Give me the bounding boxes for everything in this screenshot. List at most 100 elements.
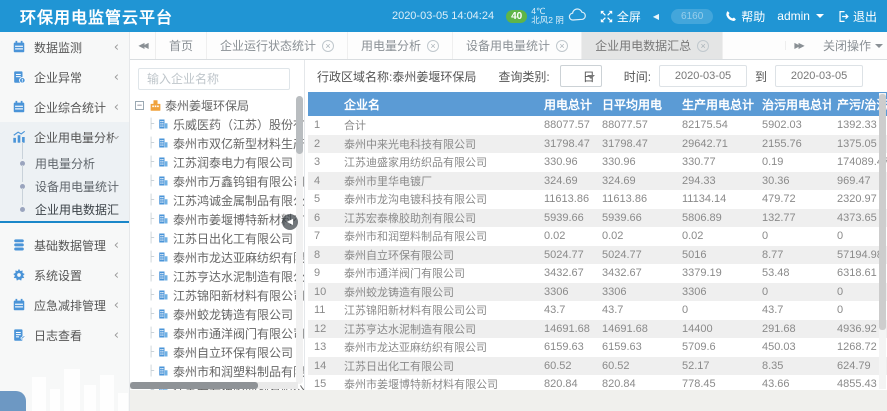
tab-close-icon[interactable]: × (322, 40, 334, 52)
tabs-scroll-left-icon[interactable]: ◀◀ (130, 32, 156, 59)
tree-node[interactable]: 泰州姜堰环保局 (135, 96, 304, 115)
sidebar-item[interactable]: 企业用电数据汇总 (0, 198, 129, 221)
sidebar-item[interactable]: 企业用电量分析 (0, 122, 129, 152)
sidebar-item-icon (12, 328, 27, 343)
tab-close-icon[interactable]: × (556, 40, 568, 52)
table-row[interactable]: 8 泰州自立环保有限公司 5024.77 5024.77 5016 8.77 5… (308, 246, 887, 265)
user-menu[interactable]: admin (777, 9, 824, 23)
col-production-power: 生产用电总计 (676, 96, 756, 113)
company-name-cell: 泰州中来光电科技有限公司 (338, 136, 538, 152)
tab[interactable]: 企业用电数据汇总 × (582, 32, 723, 59)
tabs-scroll-right-icon[interactable]: ▶▶ (785, 41, 811, 50)
close-operations-menu[interactable]: 关闭操作 (811, 37, 887, 54)
daily-avg-cell: 3306 (596, 286, 676, 298)
total-power-cell: 43.7 (538, 304, 596, 316)
sidebar-item[interactable]: 基础数据管理 (0, 230, 129, 260)
tree-node[interactable]: 江苏鸿诚金属制品有限公司 (135, 191, 304, 210)
sidebar-item[interactable]: 企业综合统计 (0, 92, 129, 122)
chevron-icon (114, 238, 119, 253)
table-row[interactable]: 11 江苏锦阳新材料有限公司公司 43.7 43.7 0 43.7 0 (308, 301, 887, 320)
table-row[interactable]: 2 泰州中来光电科技有限公司 31798.47 31798.47 29642.7… (308, 135, 887, 154)
tree-node[interactable]: 泰州蛟龙铸造有限公司 (135, 305, 304, 324)
building-icon (157, 327, 170, 340)
table-row[interactable]: 10 泰州蛟龙铸造有限公司 3306 3306 3306 0 0 (308, 283, 887, 302)
table-row[interactable]: 13 泰州市龙达亚麻纺织有限公司 6159.63 6159.63 5709.6 … (308, 338, 887, 357)
tree-node[interactable]: 泰州市双亿新型材料生产有限公司 (135, 134, 304, 153)
sidebar-item[interactable]: 系统设置 (0, 260, 129, 290)
col-company: 企业名 (338, 96, 538, 113)
tab[interactable]: 企业运行状态统计 × (207, 32, 348, 59)
query-type-select[interactable]: 日 (560, 65, 602, 87)
tree-node[interactable]: 泰州自立环保有限公司 (135, 343, 304, 362)
tree-vertical-scrollbar[interactable] (296, 96, 303, 384)
company-tree: 泰州姜堰环保局 乐威医药（江苏）股份有限公司 泰州市双亿新型材料生产有限公司 (130, 96, 304, 390)
sidebar-item[interactable]: 日志查看 (0, 320, 129, 350)
datetime: 2020-03-05 14:04:24 (392, 10, 494, 22)
row-index: 8 (308, 249, 338, 261)
building-icon (157, 118, 170, 131)
tab[interactable]: 用电量分析 × (348, 32, 453, 59)
panel-collapse-button[interactable]: ◀ (282, 214, 298, 230)
tree-node[interactable]: 泰州市龙达亚麻纺织有限公司 (135, 248, 304, 267)
time-label: 时间: (624, 68, 651, 85)
tree-node[interactable]: 江苏日出化工有限公司 (135, 229, 304, 248)
table-row[interactable]: 3 江苏迪盛家用纺织品有限公司 330.96 330.96 330.77 0.1… (308, 153, 887, 172)
treatment-power-cell: 0 (756, 286, 831, 298)
tab[interactable]: 设备用电量统计 × (453, 32, 582, 59)
total-power-cell: 5939.66 (538, 212, 596, 224)
table-row[interactable]: 14 江苏日出化工有限公司 60.52 60.52 52.17 8.35 624… (308, 357, 887, 376)
treatment-power-cell: 0.19 (756, 156, 831, 168)
table-row[interactable]: 15 泰州市姜堰博特新材料有限公司 820.84 820.84 778.45 4… (308, 375, 887, 390)
tree-node[interactable]: 江苏锦阳新材料有限公司公司 (135, 286, 304, 305)
table-row[interactable]: 1 合计 88077.57 88077.57 82175.54 5902.03 … (308, 116, 887, 135)
sound-mute-icon[interactable]: ◀ (653, 12, 659, 21)
sidebar-item[interactable]: 设备用电量统计 (0, 175, 129, 198)
col-daily-avg: 日平均用电 (596, 96, 676, 113)
tab-close-icon[interactable]: × (697, 40, 709, 52)
daily-avg-cell: 88077.57 (596, 119, 676, 131)
chevron-icon (114, 130, 119, 145)
row-index: 12 (308, 323, 338, 335)
search-input[interactable] (138, 68, 290, 90)
building-icon (157, 232, 170, 245)
tab[interactable]: 首页 (156, 32, 207, 59)
help-button[interactable]: 帮助 (725, 8, 765, 25)
table-row[interactable]: 6 江苏宏泰橡胶助剂有限公司 5939.66 5939.66 5806.89 1… (308, 209, 887, 228)
chevron-down-icon (587, 75, 595, 79)
sidebar-item-icon (12, 40, 27, 55)
daily-avg-cell: 3432.67 (596, 267, 676, 279)
city-skyline-watermark (0, 351, 130, 411)
sidebar-item[interactable]: 用电量分析 (0, 152, 129, 175)
production-power-cell: 82175.54 (676, 119, 756, 131)
table-vertical-scrollbar[interactable] (879, 93, 886, 389)
tab-close-icon[interactable]: × (427, 40, 439, 52)
tree-node[interactable]: 泰州市万鑫钨钼有限公司 (135, 172, 304, 191)
table-row[interactable]: 5 泰州市龙沟电镀科技有限公司 11613.86 11613.86 11134.… (308, 190, 887, 209)
date-from-input[interactable] (659, 65, 747, 87)
date-to-input[interactable] (775, 65, 863, 87)
fullscreen-button[interactable]: 全屏 (600, 8, 641, 25)
tree-node[interactable]: 泰州市和润塑料制品有限公司 (135, 362, 304, 381)
sidebar-item-label: 企业综合统计 (34, 99, 114, 116)
tree-node[interactable]: 泰州市通洋阀门有限公司 (135, 324, 304, 343)
table-row[interactable]: 12 江苏亨达水泥制造有限公司 14691.68 14691.68 14400 … (308, 320, 887, 339)
tree-node[interactable]: 江苏亨达水泥制造有限公司 (135, 267, 304, 286)
table-row[interactable]: 7 泰州市和润塑料制品有限公司 0.02 0.02 0.02 0 0 (308, 227, 887, 246)
tree-node-label: 泰州市双亿新型材料生产有限公司 (173, 135, 305, 152)
table-row[interactable]: 4 泰州市里华电镀厂 324.69 324.69 294.33 30.36 96… (308, 172, 887, 191)
tree-node-label: 江苏亨达水泥制造有限公司 (173, 268, 305, 285)
sidebar-item[interactable]: 应急减排管理 (0, 290, 129, 320)
sidebar-item[interactable]: 企业异常 (0, 62, 129, 92)
tree-node[interactable]: 乐威医药（江苏）股份有限公司 (135, 115, 304, 134)
tree-collapse-icon[interactable] (135, 101, 144, 110)
tree-horizontal-scrollbar[interactable] (130, 382, 298, 389)
tree-node[interactable]: 江苏润泰电力有限公司 (135, 153, 304, 172)
tree-connector (148, 290, 154, 301)
sidebar-item[interactable]: 数据监测 (0, 32, 129, 62)
daily-avg-cell: 14691.68 (596, 323, 676, 335)
tree-node[interactable]: 泰州市姜堰博特新材料有限公司 (135, 210, 304, 229)
daily-avg-cell: 324.69 (596, 175, 676, 187)
table-row[interactable]: 9 泰州市通洋阀门有限公司 3432.67 3432.67 3379.19 53… (308, 264, 887, 283)
chevron-down-icon (816, 14, 824, 18)
logout-button[interactable]: 退出 (836, 8, 877, 25)
